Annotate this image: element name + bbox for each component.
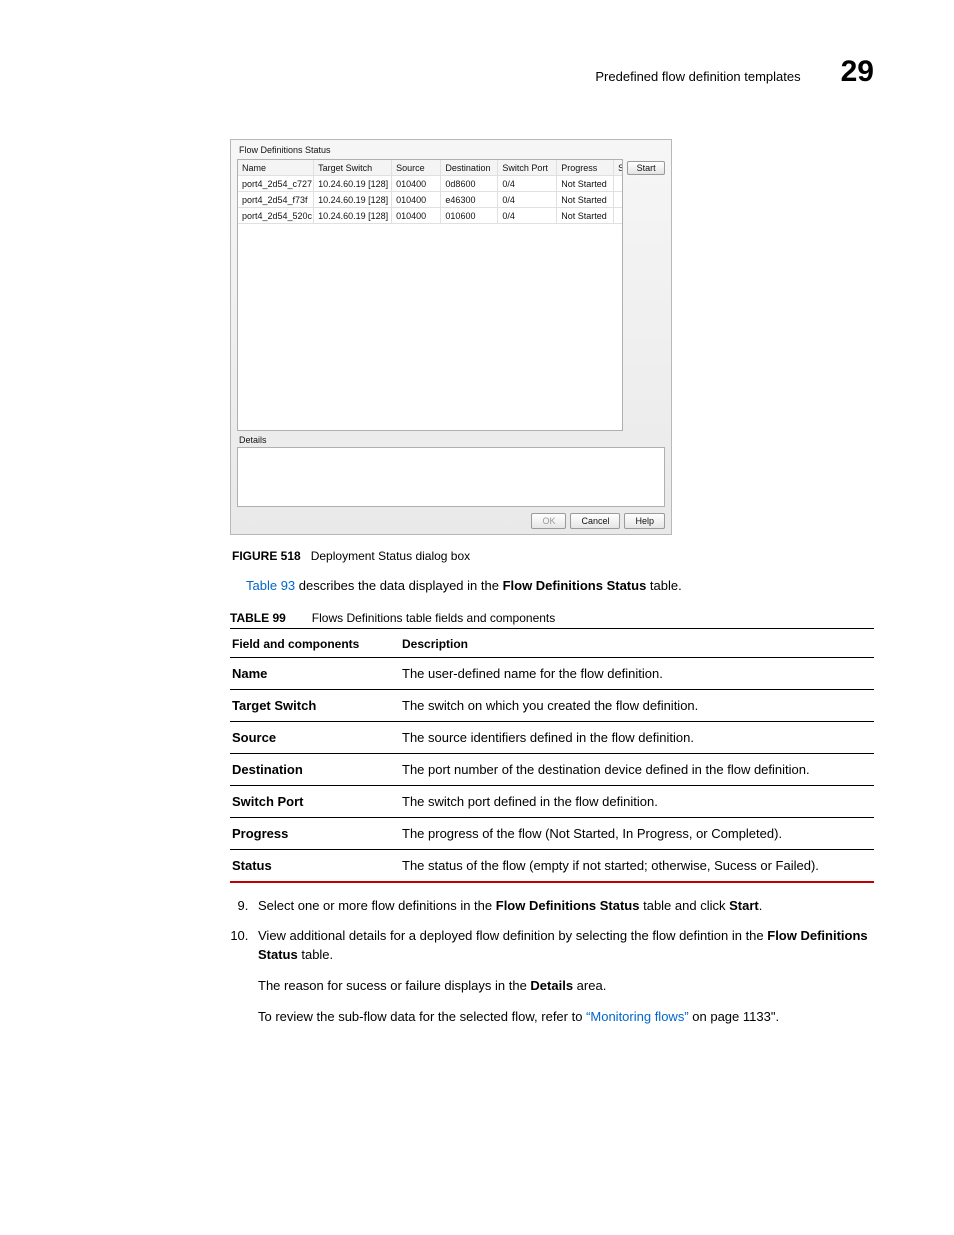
col-dest[interactable]: Destination bbox=[441, 160, 498, 175]
table-99: Field and components Description NameThe… bbox=[230, 629, 874, 883]
table-row: DestinationThe port number of the destin… bbox=[230, 753, 874, 785]
details-label: Details bbox=[237, 431, 665, 447]
ok-button[interactable]: OK bbox=[531, 513, 566, 529]
monitoring-flows-link[interactable]: “Monitoring flows” bbox=[586, 1009, 689, 1024]
figure-caption: FIGURE 518 Deployment Status dialog box bbox=[232, 549, 874, 563]
deployment-status-dialog: Flow Definitions Status Name Target Swit… bbox=[230, 139, 672, 535]
step-10: View additional details for a deployed f… bbox=[252, 927, 874, 965]
table-row: Switch PortThe switch port defined in th… bbox=[230, 785, 874, 817]
table-row: Target SwitchThe switch on which you cre… bbox=[230, 689, 874, 721]
table-row: NameThe user-defined name for the flow d… bbox=[230, 657, 874, 689]
step-10-note-1: The reason for sucess or failure display… bbox=[258, 977, 874, 996]
panel-title: Flow Definitions Status bbox=[237, 145, 665, 159]
col-target[interactable]: Target Switch bbox=[314, 160, 392, 175]
step-9: Select one or more flow definitions in t… bbox=[252, 897, 874, 916]
col-prog[interactable]: Progress bbox=[557, 160, 614, 175]
th-field: Field and components bbox=[230, 629, 400, 658]
step-10-note-2: To review the sub-flow data for the sele… bbox=[258, 1008, 874, 1027]
chapter-number: 29 bbox=[841, 55, 874, 89]
table-row: SourceThe source identifiers defined in … bbox=[230, 721, 874, 753]
flow-definitions-table[interactable]: Name Target Switch Source Destination Sw… bbox=[237, 159, 623, 431]
col-source[interactable]: Source bbox=[392, 160, 441, 175]
col-sport[interactable]: Switch Port bbox=[498, 160, 557, 175]
start-button[interactable]: Start bbox=[627, 161, 665, 175]
col-name[interactable]: Name bbox=[238, 160, 314, 175]
details-area bbox=[237, 447, 665, 507]
table-row[interactable]: port4_2d54_f73f 10.24.60.19 [128] 010400… bbox=[238, 192, 622, 208]
header-section-title: Predefined flow definition templates bbox=[595, 69, 800, 84]
table-row: ProgressThe progress of the flow (Not St… bbox=[230, 817, 874, 849]
col-status[interactable]: Status bbox=[614, 160, 622, 175]
cancel-button[interactable]: Cancel bbox=[570, 513, 620, 529]
help-button[interactable]: Help bbox=[624, 513, 665, 529]
intro-paragraph: Table 93 describes the data displayed in… bbox=[246, 577, 874, 595]
table-row[interactable]: port4_2d54_520c 10.24.60.19 [128] 010400… bbox=[238, 208, 622, 224]
table-row: StatusThe status of the flow (empty if n… bbox=[230, 849, 874, 882]
table-93-link[interactable]: Table 93 bbox=[246, 578, 295, 593]
table-99-caption: TABLE 99 Flows Definitions table fields … bbox=[230, 611, 874, 629]
table-row[interactable]: port4_2d54_c727 10.24.60.19 [128] 010400… bbox=[238, 176, 622, 192]
th-desc: Description bbox=[400, 629, 874, 658]
